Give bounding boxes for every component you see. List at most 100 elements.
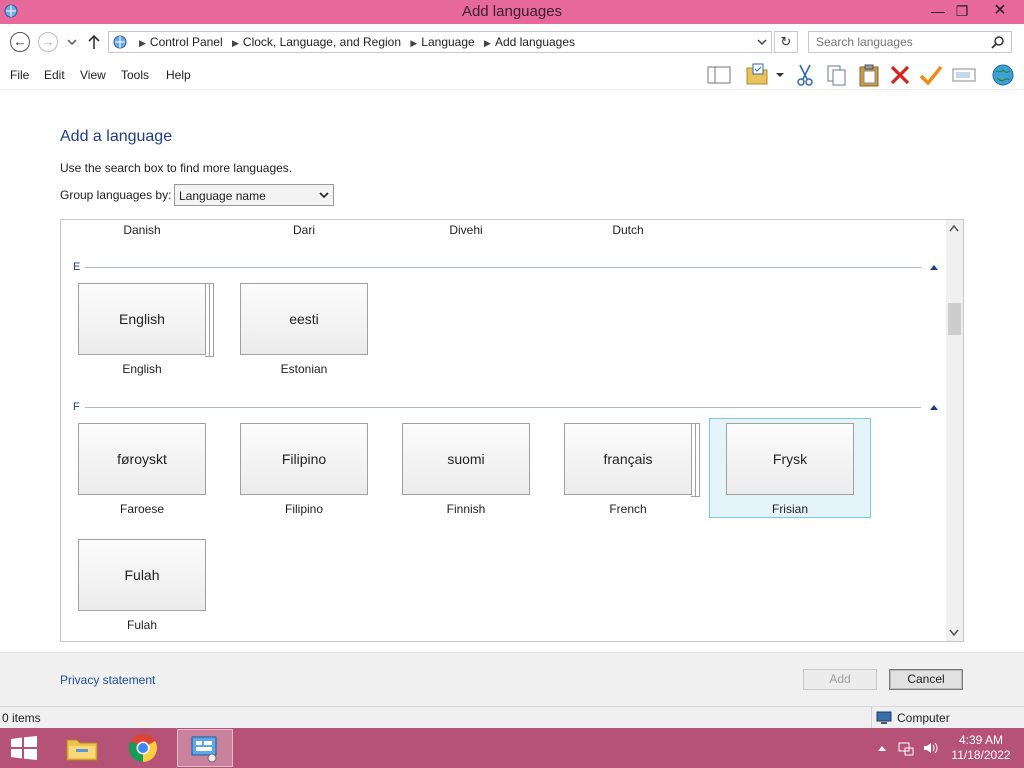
recent-pages-icon[interactable] xyxy=(67,38,77,46)
refresh-button[interactable]: ↻ xyxy=(774,31,798,53)
window-title: Add languages xyxy=(461,3,563,20)
forward-button[interactable]: → xyxy=(38,32,58,52)
taskbar-file-explorer[interactable] xyxy=(54,729,110,767)
group-by-label: Group languages by: xyxy=(60,188,172,202)
chevron-down-icon xyxy=(319,192,329,199)
chevron-down-icon[interactable] xyxy=(757,37,767,47)
breadcrumb-add-languages[interactable]: Add languages xyxy=(495,35,575,49)
language-tile-filipino[interactable]: Filipino xyxy=(240,423,368,495)
close-button[interactable]: ✕ xyxy=(986,1,1014,21)
check-icon[interactable] xyxy=(918,62,944,88)
scrollbar-thumb[interactable] xyxy=(948,303,961,335)
chevron-up-icon[interactable] xyxy=(929,403,939,411)
chevron-right-icon[interactable]: ▶ xyxy=(232,38,239,48)
list-item-label[interactable]: Divehi xyxy=(402,223,530,237)
volume-icon[interactable] xyxy=(922,740,938,756)
tile-native-name: suomi xyxy=(447,451,485,467)
chevron-down-icon[interactable] xyxy=(949,629,959,637)
delete-icon[interactable] xyxy=(887,62,913,88)
tile-caption: English xyxy=(122,362,162,376)
group-divider xyxy=(85,407,921,408)
language-tile-faroese[interactable]: føroyskt xyxy=(78,423,206,495)
tile-caption: French xyxy=(609,502,647,516)
clock-time: 4:39 AM xyxy=(958,733,1004,747)
tile-native-name: Frysk xyxy=(772,451,808,467)
address-row: ← → ▶ Control Panel ▶ Clock, Language, and… xyxy=(0,24,1024,58)
vertical-scrollbar[interactable] xyxy=(946,220,963,641)
item-count: 0 items xyxy=(2,711,41,725)
language-tile-finnish[interactable]: suomi xyxy=(402,423,530,495)
breadcrumb-control-panel[interactable]: Control Panel xyxy=(150,35,223,49)
up-icon[interactable] xyxy=(87,34,101,50)
chevron-down-icon[interactable] xyxy=(774,62,786,88)
address-bar[interactable]: ▶ Control Panel ▶ Clock, Language, and Reg… xyxy=(108,31,772,53)
language-list[interactable]: Danish Dari Divehi Dutch E English Engli… xyxy=(60,219,964,642)
chevron-right-icon[interactable]: ▶ xyxy=(484,38,491,48)
add-button[interactable]: Add xyxy=(803,669,877,690)
search-input[interactable] xyxy=(809,32,989,52)
group-divider xyxy=(85,267,921,268)
breadcrumb-language[interactable]: Language xyxy=(421,35,474,49)
language-tile-english[interactable]: English xyxy=(78,283,214,357)
rename-icon[interactable] xyxy=(951,62,977,88)
menu-help[interactable]: Help xyxy=(166,68,191,82)
menu-bar: File Edit View Tools Help xyxy=(0,58,1024,90)
chevron-up-icon[interactable] xyxy=(929,263,939,271)
copy-icon[interactable] xyxy=(824,62,850,88)
status-bar: 0 items Computer xyxy=(0,706,1024,729)
search-icon[interactable] xyxy=(991,35,1005,49)
tile-caption: Estonian xyxy=(280,362,328,376)
network-icon[interactable] xyxy=(898,740,914,756)
dialog-footer: Privacy statement Add Cancel xyxy=(0,652,1024,706)
paste-icon[interactable] xyxy=(856,62,882,88)
globe-icon[interactable] xyxy=(990,62,1016,88)
tile-caption: Finnish xyxy=(446,502,486,516)
list-item-label[interactable]: Dari xyxy=(240,223,368,237)
taskbar-control-panel[interactable] xyxy=(177,729,233,767)
menu-edit[interactable]: Edit xyxy=(44,68,65,82)
menu-tools[interactable]: Tools xyxy=(121,68,149,82)
taskbar-chrome[interactable] xyxy=(115,729,171,767)
tile-caption: Fulah xyxy=(126,618,158,632)
language-tile-fulah[interactable]: Fulah xyxy=(78,539,206,611)
cancel-button[interactable]: Cancel xyxy=(889,669,963,690)
chrome-icon xyxy=(129,734,157,762)
list-item-label[interactable]: Danish xyxy=(78,223,206,237)
restore-button[interactable]: ❐ xyxy=(948,1,976,21)
language-tile-estonian[interactable]: eesti xyxy=(240,283,368,355)
menu-file[interactable]: File xyxy=(10,68,29,82)
list-item-label[interactable]: Dutch xyxy=(564,223,692,237)
back-button[interactable]: ← xyxy=(10,32,30,52)
search-box[interactable] xyxy=(808,31,1012,53)
group-header-e[interactable]: E xyxy=(73,261,80,273)
tile-caption: Frisian xyxy=(771,502,808,516)
control-panel-icon xyxy=(191,736,217,763)
location-label: Computer xyxy=(897,711,950,725)
file-explorer-icon xyxy=(66,739,98,761)
chevron-up-icon[interactable] xyxy=(949,224,959,232)
chevron-right-icon: ▶ xyxy=(139,38,146,48)
properties-icon[interactable] xyxy=(744,62,770,88)
language-tile-frisian[interactable]: Frysk xyxy=(726,423,854,495)
group-header-f[interactable]: F xyxy=(73,401,80,413)
cut-icon[interactable] xyxy=(792,62,818,88)
show-hidden-icons-icon[interactable] xyxy=(874,740,890,756)
tile-caption: Filipino xyxy=(284,502,323,516)
clock-date: 11/18/2022 xyxy=(951,748,1011,762)
language-tile-french[interactable]: français xyxy=(564,423,700,497)
menu-view[interactable]: View xyxy=(80,68,106,82)
tile-native-name: eesti xyxy=(289,311,319,327)
privacy-link[interactable]: Privacy statement xyxy=(60,673,155,687)
group-by-select[interactable]: Language name xyxy=(174,184,334,206)
tile-native-name: Filipino xyxy=(281,451,327,467)
breadcrumb-clock-language-region[interactable]: Clock, Language, and Region xyxy=(243,35,401,49)
tile-native-name: English xyxy=(119,311,165,327)
clock[interactable]: 4:39 AM 11/18/2022 xyxy=(950,733,1012,763)
panel-icon[interactable] xyxy=(706,62,732,88)
breadcrumb: ▶ Control Panel ▶ Clock, Language, and Reg… xyxy=(137,35,579,49)
windows-start-icon[interactable] xyxy=(10,736,38,760)
tile-native-name: français xyxy=(603,451,653,467)
chevron-right-icon[interactable]: ▶ xyxy=(410,38,417,48)
title-bar: Add languages — ❐ ✕ xyxy=(0,0,1024,24)
hint-text: Use the search box to find more language… xyxy=(60,161,293,175)
